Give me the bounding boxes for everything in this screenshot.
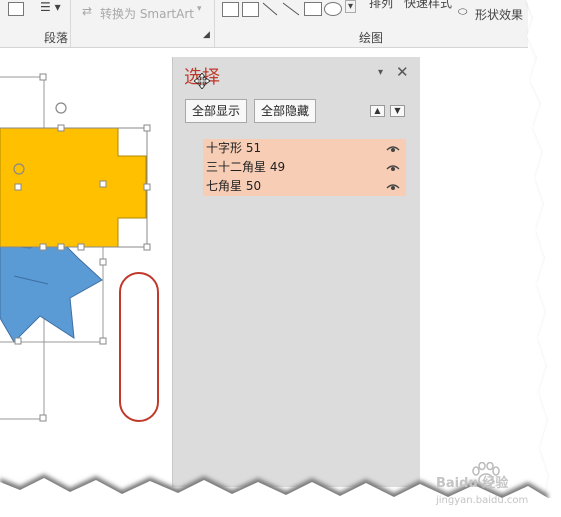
convert-smartart-button[interactable]: 转换为 SmartArt xyxy=(100,5,194,22)
bring-forward-icon[interactable]: ▲ xyxy=(370,105,385,117)
quick-styles-button[interactable]: 快速样式 xyxy=(404,0,452,11)
shape-effects-icon: ⬭ xyxy=(458,5,468,18)
drawing-group-label: 绘图 xyxy=(359,31,384,45)
align-icon[interactable] xyxy=(8,2,24,16)
line-shape-icon-2[interactable] xyxy=(282,2,300,16)
line-shape-icon[interactable] xyxy=(262,2,278,16)
seven-point-star-shape xyxy=(0,237,103,343)
cross-shape xyxy=(0,127,147,248)
watermark: Baidu 经验 jingyan.baidu.com xyxy=(436,462,536,512)
list-item-star7[interactable]: 七角星 50 xyxy=(203,177,406,196)
pane-options-dropdown-icon[interactable]: ▾ xyxy=(378,67,383,78)
list-item-label: 三十二角星 49 xyxy=(206,160,286,174)
shape-list: 十字形 51 三十二角星 49 七角星 50 xyxy=(203,139,406,196)
paragraph-dialog-launcher-icon[interactable]: ◢ xyxy=(203,30,210,40)
smartart-icon: ⇄ xyxy=(82,4,93,18)
show-all-button[interactable]: 全部显示 xyxy=(185,99,248,123)
vertical-textbox-shape-icon[interactable] xyxy=(242,2,259,17)
list-item-star32[interactable]: 三十二角星 49 xyxy=(203,158,406,177)
eye-icon[interactable] xyxy=(386,163,400,172)
paragraph-group-label: 段落 xyxy=(44,31,69,45)
rotation-handle-icon xyxy=(55,102,67,114)
pane-close-icon[interactable]: ✕ xyxy=(396,63,409,81)
arrange-button[interactable]: 排列 xyxy=(369,0,393,11)
list-item-label: 七角星 50 xyxy=(206,179,262,193)
textbox-shape-icon[interactable] xyxy=(222,2,239,17)
bullets-icon[interactable]: ☰ ▾ xyxy=(40,0,61,14)
rectangle-shape-icon[interactable] xyxy=(304,2,322,16)
slide-canvas[interactable] xyxy=(0,48,172,478)
canvas-shapes xyxy=(0,73,159,422)
ribbon: ☰ ▾ ⇄ 转换为 SmartArt ▾ 段落 ◢ ▾ 排列 快速样式 ⬭ 形状… xyxy=(0,0,528,48)
list-item-label: 十字形 51 xyxy=(206,141,262,155)
watermark-site: Baidu 经验 xyxy=(436,476,509,491)
oval-shape-icon[interactable] xyxy=(324,2,342,16)
move-cursor-icon xyxy=(194,73,210,89)
watermark-url: jingyan.baidu.com xyxy=(436,495,529,506)
selection-pane: 选择 ▾ ✕ 全部显示 全部隐藏 ▲ ▼ 十字形 51 三十二角星 49 七角星… xyxy=(172,57,420,487)
list-item-cross[interactable]: 十字形 51 xyxy=(203,139,406,158)
annotation-oval xyxy=(119,272,159,422)
shapes-more-dropdown-icon[interactable]: ▾ xyxy=(345,0,357,13)
shape-effects-button[interactable]: 形状效果 xyxy=(475,6,523,23)
send-backward-icon[interactable]: ▼ xyxy=(390,105,405,117)
convert-smartart-dropdown-icon[interactable]: ▾ xyxy=(197,4,202,14)
eye-icon[interactable] xyxy=(386,144,400,153)
hide-all-button[interactable]: 全部隐藏 xyxy=(254,99,317,123)
eye-icon[interactable] xyxy=(386,182,400,191)
